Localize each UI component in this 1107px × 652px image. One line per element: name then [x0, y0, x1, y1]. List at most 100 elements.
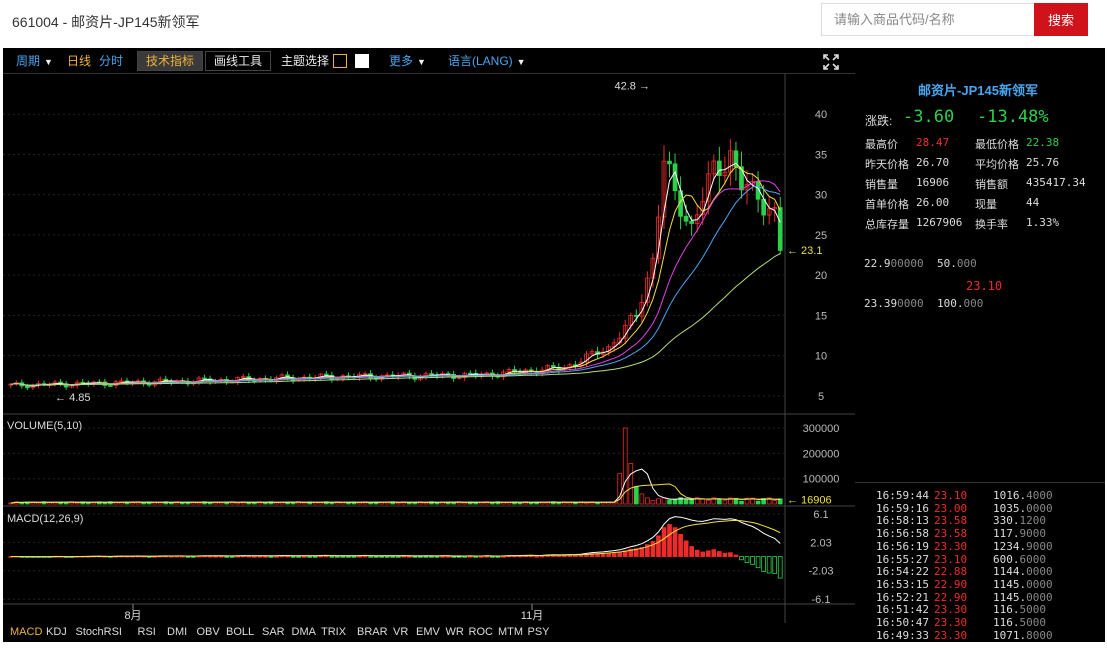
volume-bar	[628, 463, 634, 505]
stat-value: 435417.34	[1026, 176, 1086, 189]
page: 661004 - 邮资片-JP145新领军 搜索 周期▼ 日线 分时 技术指标 …	[0, 0, 1107, 652]
macd-bar	[390, 556, 396, 558]
theme-dark-swatch[interactable]	[333, 54, 347, 68]
period-menu[interactable]: 周期 ▼	[16, 48, 53, 74]
trade-price: 22.90	[934, 577, 968, 591]
macd-bar	[235, 555, 241, 558]
macd-bar	[678, 533, 683, 557]
macd-bar	[717, 551, 722, 557]
indicator-tab-trix[interactable]: TRIX	[321, 626, 346, 638]
more-label: 更多	[389, 54, 414, 68]
volume-bar	[672, 498, 678, 505]
intraday-button[interactable]: 分时	[99, 48, 123, 74]
header: 661004 - 邮资片-JP145新领军 搜索	[0, 0, 1107, 48]
volume-bar	[423, 502, 429, 505]
order-price-main: 23.39	[864, 297, 898, 310]
candle-body	[202, 377, 207, 380]
y-tick-label: 25	[815, 230, 827, 242]
order-price-main: 22.9	[864, 257, 891, 270]
y-tick-label: 30	[815, 190, 827, 202]
trade-volume-main: 1071.	[993, 628, 1027, 642]
macd-bar	[495, 556, 501, 558]
language-menu[interactable]: 语言(LANG) ▼	[448, 48, 526, 74]
trade-volume: 116.5000	[993, 603, 1046, 616]
candle-body	[667, 160, 672, 165]
search-button[interactable]: 搜索	[1034, 3, 1088, 36]
stat-label: 最低价格	[975, 139, 1019, 151]
indicator-tab-macd[interactable]: MACD	[10, 626, 42, 638]
trade-row: 16:59:44 23.10 1016.4000	[855, 489, 1105, 502]
trade-time: 16:50:47	[876, 616, 929, 629]
trade-price: 23.58	[934, 527, 968, 541]
trade-price: 23.30	[934, 616, 968, 629]
indicator-tab-brar[interactable]: BRAR	[357, 626, 388, 638]
indicator-tab-boll[interactable]: BOLL	[226, 626, 254, 638]
daily-button[interactable]: 日线	[67, 48, 91, 74]
drawing-tools-button[interactable]: 画线工具	[205, 51, 272, 71]
macd-bar	[423, 556, 429, 558]
indicator-tab-sar[interactable]: SAR	[262, 626, 285, 638]
trade-row: 16:51:42 23.30 116.5000	[855, 603, 1105, 616]
volume-bar	[705, 499, 711, 505]
trade-time: 16:51:42	[876, 603, 929, 617]
macd-bar	[434, 556, 440, 558]
macd-bar	[301, 556, 307, 558]
stat-label: 总库存量	[865, 219, 909, 231]
candle-body	[25, 385, 30, 389]
more-menu[interactable]: 更多 ▼	[389, 48, 426, 74]
indicator-tab-wr[interactable]: WR	[446, 626, 464, 638]
macd-bar	[733, 554, 739, 557]
divider	[855, 482, 1105, 483]
chart-canvas[interactable]: 5 10 15 20 25 30 35 40 100000 200000 300000 6.1 2.03…	[3, 74, 855, 624]
y-tick-label: 200000	[803, 448, 840, 460]
trade-time: 16:59:44	[876, 489, 929, 502]
macd-bar	[296, 556, 301, 558]
macd-bar	[379, 556, 384, 558]
theme-light-swatch[interactable]	[355, 54, 369, 68]
indicator-tab-dma[interactable]: DMA	[292, 626, 316, 638]
volume-bar	[462, 502, 468, 505]
indicator-tab-roc[interactable]: ROC	[469, 626, 493, 638]
macd-bar	[307, 556, 313, 558]
volume-bar	[395, 502, 401, 505]
macd-bar	[534, 555, 539, 558]
indicator-tab-dmi[interactable]: DMI	[167, 626, 187, 638]
macd-title: MACD(12,26,9)	[7, 513, 83, 525]
macd-bar	[739, 556, 744, 561]
indicator-tab-rsi[interactable]: RSI	[138, 626, 156, 638]
indicator-tab-kdj[interactable]: KDJ	[46, 626, 67, 638]
stat-value: 44	[1026, 196, 1040, 209]
indicator-tab-emv[interactable]: EMV	[416, 626, 440, 638]
macd-bar	[346, 556, 351, 558]
trade-volume: 1144.0000	[993, 565, 1053, 578]
period-label: 周期	[16, 54, 41, 68]
trade-volume-main: 1035.	[993, 501, 1027, 515]
indicator-tab-psy[interactable]: PSY	[528, 626, 550, 638]
macd-bar	[401, 555, 407, 558]
volume-bar	[639, 493, 645, 505]
last-volume-annotation: ← 16906	[787, 495, 832, 507]
fullscreen-icon[interactable]	[823, 54, 839, 70]
stock-name: 邮资片-JP145新领军	[918, 83, 1038, 98]
stat-label: 平均价格	[975, 159, 1019, 171]
order-price-decimals: 00000	[890, 257, 924, 270]
macd-bar	[207, 555, 213, 558]
search-input[interactable]	[821, 3, 1034, 36]
macd-bar	[362, 555, 368, 558]
stat-label: 昨天价格	[865, 159, 909, 171]
volume-bar	[263, 502, 268, 505]
ma-line-ma10	[10, 166, 781, 386]
indicator-tab-vr[interactable]: VR	[393, 626, 408, 638]
volume-bar	[689, 499, 694, 505]
volume-ma10-line	[10, 483, 781, 504]
trade-volume-main: 1145.	[993, 577, 1027, 591]
macd-bar	[268, 556, 274, 558]
last-price-annotation: ← 23.1	[787, 245, 822, 257]
indicators-button[interactable]: 技术指标	[137, 51, 204, 71]
indicator-tab-mtm[interactable]: MTM	[498, 626, 523, 638]
volume-bar	[168, 502, 174, 505]
indicator-tab-stochrsi[interactable]: StochRSI	[76, 626, 122, 638]
trade-time: 16:54:22	[876, 565, 929, 579]
trade-row: 16:59:16 23.00 1035.0000	[855, 502, 1105, 515]
indicator-tab-obv[interactable]: OBV	[197, 626, 220, 638]
